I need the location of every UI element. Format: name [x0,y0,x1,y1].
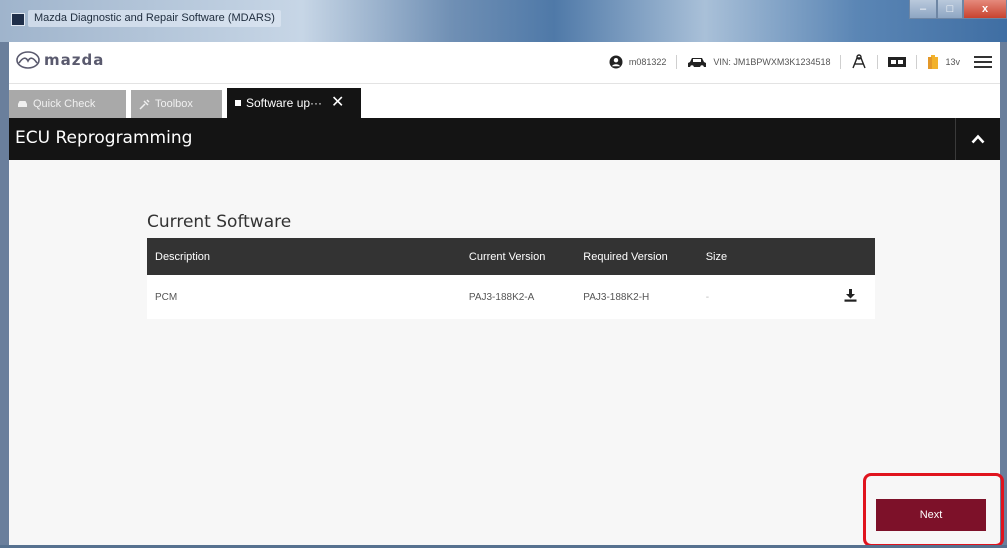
table-header-row: Description Current Version Required Ver… [147,238,875,275]
column-header-action [781,238,875,275]
column-header-size: Size [697,238,782,275]
brand-wordmark: mazda [44,51,105,69]
tab-quick-check[interactable]: Quick Check [9,90,126,118]
cell-size: - [697,275,782,319]
tab-label: Software up··· [246,96,323,110]
tools-icon [139,98,150,110]
user-info[interactable]: m081322 [609,55,667,69]
battery-status[interactable]: 13v [927,54,960,70]
close-window-button[interactable]: x [963,0,1007,19]
collapse-button[interactable] [955,118,1000,160]
section-title: ECU Reprogramming [15,128,193,148]
app-window: mazda m081322 VIN: JM1BPWXM3K1234518 13v… [9,42,1000,545]
column-header-required-version: Required Version [575,238,698,275]
hamburger-menu-icon[interactable] [974,56,992,68]
battery-voltage: 13v [945,57,960,67]
chevron-up-icon [971,134,985,144]
window-title: Mazda Diagnostic and Repair Software (MD… [28,10,281,27]
close-tab-icon[interactable]: ✕ [331,89,344,117]
maximize-button[interactable]: □ [937,0,963,19]
connection-status[interactable] [851,54,867,70]
main-content: Current Software Description Current Ver… [9,160,1000,545]
divider [916,55,918,69]
divider [877,55,879,69]
window-controls: – □ x [909,0,1007,24]
cell-current-version: PAJ3-188K2-A [460,275,576,319]
cell-description: PCM [147,275,461,319]
table-row[interactable]: PCM PAJ3-188K2-A PAJ3-188K2-H - [147,275,875,319]
divider [840,55,842,69]
tab-toolbox[interactable]: Toolbox [131,90,222,118]
user-id: m081322 [628,57,667,67]
car-icon [688,57,707,69]
window-titlebar: Mazda Diagnostic and Repair Software (MD… [0,0,1007,42]
download-button[interactable] [781,275,875,319]
connection-icon [852,54,867,69]
vehicle-info[interactable]: VIN: JM1BPWXM3K1234518 [687,56,830,69]
software-table: Description Current Version Required Ver… [147,238,875,319]
tab-label: Toolbox [155,98,193,110]
cell-required-version: PAJ3-188K2-H [575,275,698,319]
app-header: mazda m081322 VIN: JM1BPWXM3K1234518 13v [9,42,1000,84]
tab-software-update[interactable]: Software up··· ✕ [227,88,361,118]
mazda-logo-icon [16,51,40,69]
vci-status[interactable] [888,56,907,68]
square-icon [235,100,241,106]
column-header-description: Description [147,238,461,275]
column-header-current-version: Current Version [460,238,576,275]
current-software-heading: Current Software [147,212,292,232]
vci-device-icon [888,57,907,67]
section-header: ECU Reprogramming [9,118,1000,160]
download-icon [844,289,857,302]
battery-icon [928,55,939,69]
tab-bar: Quick Check Toolbox Software up··· ✕ [9,84,1000,118]
tab-label: Quick Check [33,98,96,110]
car-icon [18,100,27,107]
divider [676,55,678,69]
minimize-button[interactable]: – [909,0,937,19]
user-icon [609,55,623,69]
next-button[interactable]: Next [876,499,986,531]
app-icon [11,13,25,26]
vin-text: VIN: JM1BPWXM3K1234518 [713,57,831,67]
brand-logo: mazda [16,51,104,69]
status-bar: m081322 VIN: JM1BPWXM3K1234518 13v [609,50,992,74]
